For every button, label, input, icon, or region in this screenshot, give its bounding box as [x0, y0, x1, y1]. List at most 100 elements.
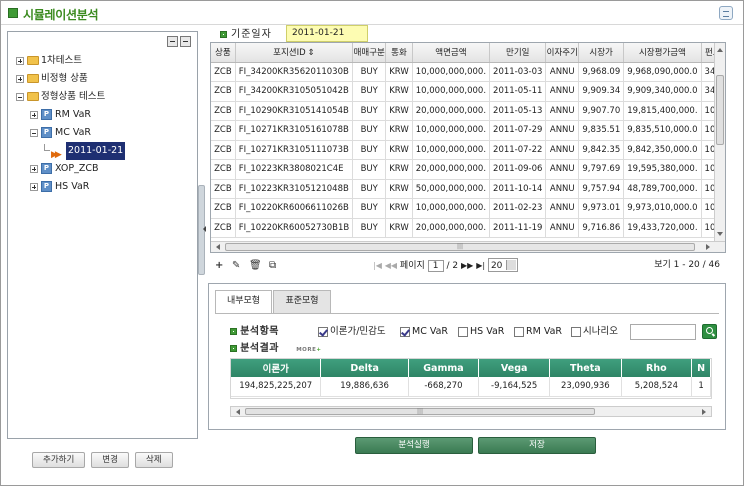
- page-size-select[interactable]: 20: [487, 258, 518, 272]
- expand-icon[interactable]: [16, 57, 24, 65]
- option-scenario[interactable]: 시나리오: [571, 324, 618, 340]
- grid-vertical-thumb[interactable]: [716, 75, 724, 145]
- expand-icon[interactable]: [30, 183, 38, 191]
- tree-node-label: 비정형 상품: [41, 73, 88, 84]
- table-cell: 2011-09-06: [489, 159, 547, 180]
- option-mc-var[interactable]: MC VaR: [400, 324, 448, 340]
- table-cell: ZCB: [211, 218, 236, 238]
- collapse-all-icon[interactable]: [180, 36, 191, 47]
- table-row[interactable]: ZCB FI_34200KR3105051042B BUY KRW 10,000,000…: [211, 81, 725, 102]
- more-link[interactable]: MORE+: [296, 347, 321, 353]
- column-header[interactable]: 통화: [385, 43, 413, 63]
- table-cell: FI_10223KR3808021C4E: [235, 159, 354, 180]
- table-cell: ANNU: [545, 62, 580, 82]
- scenario-input[interactable]: [630, 324, 696, 340]
- table-cell: ZCB: [211, 62, 236, 82]
- table-row[interactable]: ZCB FI_10223KR3105121048B BUY KRW 50,000,000…: [211, 179, 725, 199]
- window-menu-button[interactable]: [719, 6, 733, 20]
- table-cell: 9,973,010,000.0: [623, 198, 702, 219]
- panel-splitter[interactable]: [198, 185, 206, 275]
- column-header[interactable]: 포지션ID ⇕: [235, 43, 354, 63]
- table-cell: 2011-03-03: [489, 62, 547, 82]
- option-hs-var[interactable]: HS VaR: [458, 324, 504, 340]
- add-row-icon[interactable]: +: [215, 260, 223, 271]
- copy-icon[interactable]: ⧉: [269, 260, 276, 271]
- result-column-header: N: [691, 359, 711, 377]
- delete-button[interactable]: 삭제: [134, 452, 173, 468]
- table-cell: 9,968,090,000.0: [623, 62, 702, 82]
- run-analysis-button[interactable]: 분석실행: [355, 437, 473, 454]
- table-cell: 9,907.70: [578, 101, 625, 121]
- last-page-icon[interactable]: ▶|: [476, 261, 485, 270]
- sort-icon[interactable]: ⇕: [308, 48, 315, 58]
- page-total: / 2: [446, 261, 459, 271]
- column-header[interactable]: 액면금액: [412, 43, 491, 63]
- checkbox-hs-var[interactable]: [458, 326, 468, 337]
- column-header[interactable]: 만기일: [489, 43, 547, 63]
- checkbox-rm-var[interactable]: [514, 326, 524, 337]
- table-cell: BUY: [352, 179, 387, 199]
- tree-node-label: HS VaR: [55, 181, 90, 192]
- column-header[interactable]: 매매구분: [352, 43, 387, 63]
- edit-button[interactable]: 변경: [91, 452, 129, 468]
- table-cell: ANNU: [545, 159, 580, 180]
- column-header-label: 통화: [391, 48, 407, 59]
- table-row[interactable]: ZCB FI_10271KR3105161078B BUY KRW 10,000,000…: [211, 120, 725, 141]
- base-date-input[interactable]: 2011-01-21: [286, 25, 368, 42]
- result-cell: -9,164,525: [478, 377, 551, 397]
- tab-standard-model[interactable]: 표준모형: [273, 290, 331, 313]
- search-icon[interactable]: [702, 324, 717, 339]
- result-horizontal-thumb[interactable]: |||: [245, 408, 595, 415]
- page-input[interactable]: 1: [427, 260, 444, 272]
- analysis-result-label: 분석결과: [240, 343, 279, 354]
- next-page-icon[interactable]: ▶▶: [461, 261, 473, 270]
- table-row[interactable]: ZCB FI_10220KR60052730B1B BUY KRW 20,000,000…: [211, 218, 725, 238]
- grid-horizontal-thumb[interactable]: |||: [225, 243, 695, 251]
- column-header-label: 상품: [215, 48, 231, 59]
- folder-icon: [27, 92, 39, 101]
- table-row[interactable]: ZCB FI_10220KR6006611026B BUY KRW 10,000,000…: [211, 198, 725, 219]
- page-size-value: 20: [490, 261, 503, 271]
- trash-icon[interactable]: 🗑: [249, 260, 262, 271]
- tree-connector: [44, 144, 50, 151]
- prev-page-icon[interactable]: ◀◀: [385, 261, 397, 270]
- tab-internal-model[interactable]: 내부모형: [215, 290, 272, 314]
- edit-row-icon[interactable]: ✎: [232, 260, 240, 271]
- first-page-icon[interactable]: |◀: [373, 261, 382, 270]
- table-row[interactable]: ZCB FI_10271KR3105111073B BUY KRW 10,000,000…: [211, 140, 725, 160]
- expand-icon[interactable]: [16, 75, 24, 83]
- checkbox-scenario[interactable]: [571, 326, 581, 337]
- collapse-icon[interactable]: [16, 93, 24, 101]
- expand-all-icon[interactable]: [167, 36, 178, 47]
- expand-icon[interactable]: [30, 165, 38, 173]
- column-header[interactable]: 시장가: [578, 43, 625, 63]
- result-horizontal-scrollbar[interactable]: |||: [230, 406, 712, 417]
- collapse-icon[interactable]: [30, 129, 38, 137]
- add-button[interactable]: 추가하기: [32, 452, 86, 468]
- save-button[interactable]: 저장: [478, 437, 596, 454]
- column-header[interactable]: 이자주기: [545, 43, 580, 63]
- column-header-label: 만기일: [506, 48, 530, 59]
- column-header[interactable]: 시장평가금액: [623, 43, 702, 63]
- table-cell: 20,000,000,000.: [412, 218, 491, 238]
- option-theoretical[interactable]: 이론가/민감도: [318, 324, 386, 340]
- table-row[interactable]: ZCB FI_10290KR3105141054B BUY KRW 20,000,000…: [211, 101, 725, 121]
- column-header-label: 포지션ID: [273, 48, 306, 59]
- grid-vertical-scrollbar[interactable]: [714, 43, 725, 241]
- table-cell: KRW: [385, 120, 413, 141]
- column-header[interactable]: 상품: [211, 43, 236, 63]
- product-icon: P: [41, 163, 52, 174]
- table-cell: 9,909,340,000.0: [623, 81, 702, 102]
- option-rm-var[interactable]: RM VaR: [514, 324, 562, 340]
- analysis-result-bullet-icon: [230, 344, 237, 352]
- table-cell: FI_10271KR3105161078B: [235, 120, 354, 141]
- tree-tools: [165, 36, 191, 50]
- table-row[interactable]: ZCB FI_10223KR3808021C4E BUY KRW 20,000,000,…: [211, 159, 725, 180]
- table-row[interactable]: ZCB FI_34200KR3562011030B BUY KRW 10,000,000…: [211, 62, 725, 82]
- checkbox-theoretical[interactable]: [318, 326, 328, 337]
- folder-icon: [27, 56, 39, 65]
- checkbox-mc-var[interactable]: [400, 326, 410, 337]
- analysis-items-label: 분석항목: [240, 326, 279, 337]
- expand-icon[interactable]: [30, 111, 38, 119]
- grid-horizontal-scrollbar[interactable]: |||: [211, 241, 725, 252]
